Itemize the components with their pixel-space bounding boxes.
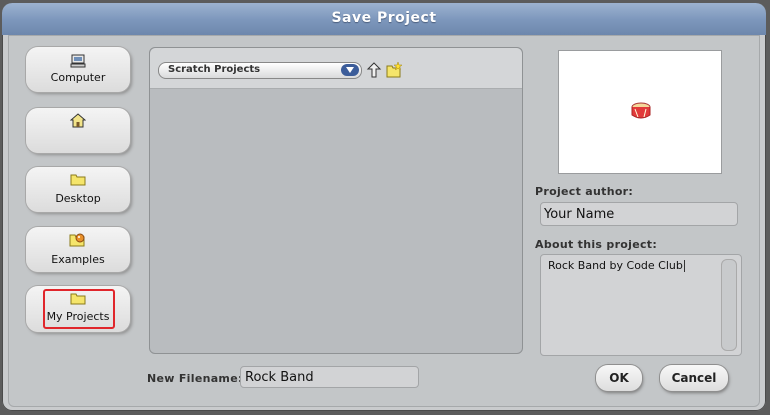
about-label: About this project: — [535, 238, 658, 251]
folder-icon — [70, 174, 86, 186]
file-list-pane[interactable]: Scratch Projects — [149, 47, 523, 354]
file-toolbar: Scratch Projects — [150, 48, 522, 89]
cancel-button[interactable]: Cancel — [660, 365, 728, 391]
sidebar-item-examples[interactable]: Examples — [26, 227, 130, 272]
about-text: Rock Band by Code Club — [548, 259, 685, 272]
author-field[interactable]: Your Name — [540, 202, 738, 226]
home-icon — [70, 113, 86, 128]
sidebar-item-label: Examples — [51, 253, 105, 266]
filename-label: New Filename: — [147, 372, 243, 385]
computer-icon — [70, 54, 86, 68]
sidebar-item-label: Computer — [50, 71, 106, 84]
selection-highlight — [43, 289, 115, 329]
sidebar-item-computer[interactable]: Computer — [26, 47, 130, 92]
filename-input[interactable]: Rock Band — [240, 366, 419, 388]
project-thumbnail — [558, 50, 722, 174]
about-textarea[interactable]: Rock Band by Code Club — [540, 254, 742, 356]
new-folder-icon[interactable] — [386, 62, 402, 78]
location-label: Scratch Projects — [168, 64, 261, 75]
sidebar-item-label: Desktop — [55, 192, 101, 205]
sidebar-item-home[interactable] — [26, 108, 130, 153]
author-label: Project author: — [535, 185, 634, 198]
examples-icon — [69, 233, 85, 247]
sidebar-item-desktop[interactable]: Desktop — [26, 167, 130, 212]
title-bar[interactable]: Save Project — [2, 3, 766, 35]
dialog-title: Save Project — [331, 10, 437, 26]
location-dropdown[interactable]: Scratch Projects — [158, 62, 362, 79]
drum-sprite-icon — [631, 102, 651, 119]
about-scrollbar[interactable] — [721, 259, 737, 351]
chevron-down-icon[interactable] — [341, 64, 359, 76]
ok-button[interactable]: OK — [596, 365, 642, 391]
up-folder-icon[interactable] — [366, 62, 382, 78]
